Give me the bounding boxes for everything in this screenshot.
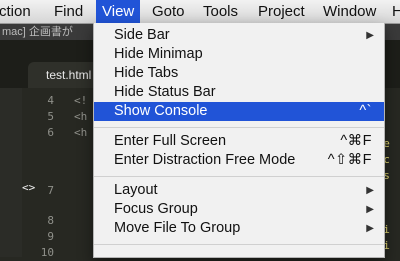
- menu-item-enter-full-screen[interactable]: Enter Full Screen ^⌘F: [94, 132, 384, 151]
- menu-item-layout[interactable]: Layout ▶: [94, 181, 384, 200]
- menu-view[interactable]: View: [96, 0, 141, 23]
- menu-item-hide-status-bar[interactable]: Hide Status Bar: [94, 83, 384, 102]
- menu-item-distraction-free[interactable]: Enter Distraction Free Mode ^⇧⌘F: [94, 151, 384, 170]
- menu-project[interactable]: Project: [258, 2, 305, 21]
- menu-item-shortcut: ^⇧⌘F: [327, 152, 372, 168]
- menu-item-shortcut: ^`: [359, 103, 372, 119]
- menu-item-label: Focus Group: [114, 201, 198, 217]
- menu-window[interactable]: Window: [323, 2, 376, 21]
- line-number: 8: [47, 214, 54, 227]
- code-line: <!: [74, 94, 88, 107]
- menu-bar: ction Find View Goto Tools Project Windo…: [0, 0, 400, 24]
- menu-selection[interactable]: ction: [0, 2, 31, 21]
- line-number: 10: [40, 246, 54, 259]
- line-number: 9: [47, 230, 54, 243]
- menu-separator: [94, 176, 384, 177]
- menu-item-focus-group[interactable]: Focus Group ▶: [94, 200, 384, 219]
- line-gutter: 4 5 6 7 8 9 10: [22, 88, 62, 259]
- submenu-arrow-icon: ▶: [366, 223, 374, 234]
- submenu-arrow-icon: ▶: [366, 204, 374, 215]
- menu-item-label: Side Bar: [114, 27, 170, 43]
- menu-item-side-bar[interactable]: Side Bar ▶: [94, 26, 384, 45]
- menu-item-label: Move File To Group: [114, 220, 241, 236]
- submenu-arrow-icon: ▶: [366, 30, 374, 41]
- line-number: 5: [47, 110, 54, 123]
- sidebar-edge: [0, 88, 22, 257]
- menu-help[interactable]: H: [392, 2, 400, 21]
- view-menu-dropdown: Side Bar ▶ Hide Minimap Hide Tabs Hide S…: [93, 23, 385, 258]
- code-line: <h: [74, 126, 88, 139]
- menu-item-label: Hide Status Bar: [114, 84, 216, 100]
- menu-item-shortcut: ^⌘F: [340, 133, 372, 149]
- menu-item-move-file-to-group[interactable]: Move File To Group ▶: [94, 219, 384, 238]
- menu-tools[interactable]: Tools: [203, 2, 238, 21]
- menu-item-label: Show Console: [114, 103, 208, 119]
- menu-find[interactable]: Find: [54, 2, 83, 21]
- menu-item-hide-tabs[interactable]: Hide Tabs: [94, 64, 384, 83]
- menu-item-label: Enter Full Screen: [114, 133, 227, 149]
- menu-item-hide-minimap[interactable]: Hide Minimap: [94, 45, 384, 64]
- line-number: 7: [47, 184, 54, 197]
- menu-item-label: Hide Tabs: [114, 65, 179, 81]
- menu-item-show-console[interactable]: Show Console ^`: [94, 102, 384, 121]
- menu-item-label: Layout: [114, 182, 158, 198]
- menu-goto[interactable]: Goto: [152, 2, 185, 21]
- menu-item-label: Hide Minimap: [114, 46, 203, 62]
- menu-separator: [94, 244, 384, 245]
- code-line: <h: [74, 110, 88, 123]
- submenu-arrow-icon: ▶: [366, 185, 374, 196]
- line-number: 4: [47, 94, 54, 107]
- fold-icon[interactable]: <>: [22, 181, 35, 194]
- menu-item-label: Enter Distraction Free Mode: [114, 152, 296, 168]
- window-title-text: mac] 企画書が: [2, 26, 73, 38]
- line-number: 6: [47, 126, 54, 139]
- menu-separator: [94, 127, 384, 128]
